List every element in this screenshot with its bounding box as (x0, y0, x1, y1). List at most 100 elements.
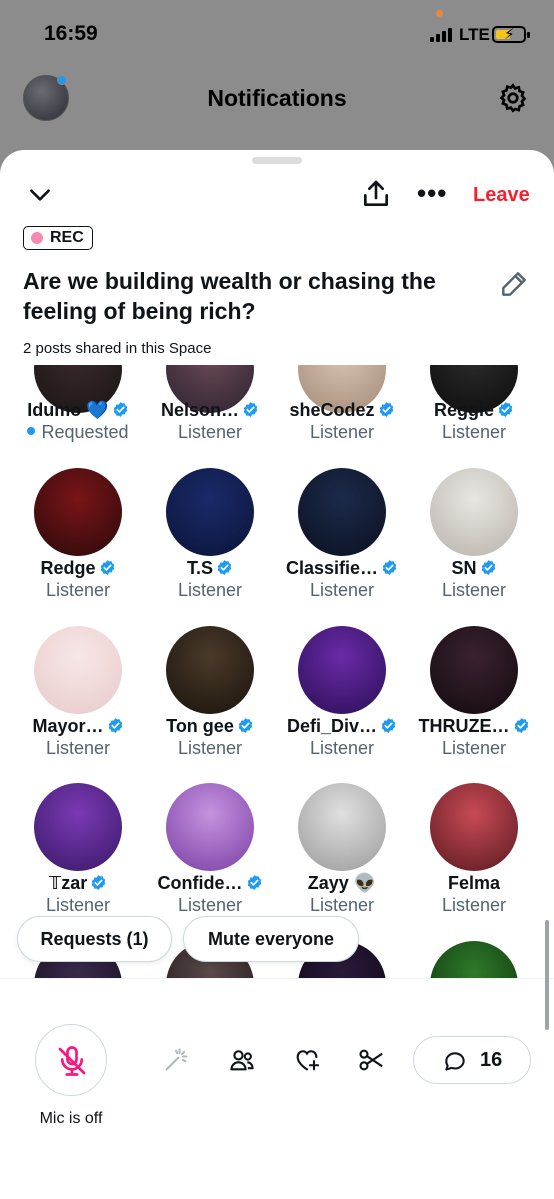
participant-name-text: sheCodez (289, 400, 375, 420)
participant-avatar[interactable] (166, 468, 254, 556)
participant-role: Listener (144, 738, 276, 759)
mic-toggle-button[interactable] (35, 1024, 107, 1096)
scrollbar[interactable] (545, 920, 549, 1030)
verified-badge-icon (113, 402, 127, 417)
participant-name: sheCodez (276, 400, 408, 421)
verified-badge-icon (92, 875, 106, 890)
participant-name-text: THRUZE… (418, 716, 510, 736)
participant-avatar[interactable] (34, 783, 122, 871)
participant-role-text: Listener (309, 895, 375, 915)
participant-avatar[interactable] (34, 468, 122, 556)
participant-name-text: Zayy 👽 (307, 873, 377, 893)
participant-avatar[interactable] (430, 468, 518, 556)
signal-icon (430, 28, 454, 42)
people-icon[interactable] (228, 1046, 256, 1074)
participant-role-text: Listener (309, 580, 375, 600)
participant-role-text: Listener (309, 422, 375, 442)
participant-role-text: Listener (441, 895, 507, 915)
mute-everyone-button[interactable]: Mute everyone (183, 916, 359, 962)
comment-bubble-icon (445, 1052, 465, 1071)
unread-dot (57, 75, 67, 85)
verified-badge-icon (108, 718, 122, 733)
leave-button[interactable]: Leave (473, 184, 530, 207)
participant-name: Mayor… (12, 716, 144, 737)
participant-name-text: 𝕋zar (48, 873, 88, 893)
requested-dot-icon (27, 427, 36, 435)
participant-avatar[interactable] (34, 626, 122, 714)
verified-badge-icon (217, 560, 232, 575)
participant-name-text: Confide… (157, 873, 243, 893)
space-sheet: ••• Leave REC Are we building wealth or … (0, 150, 554, 1199)
participant-avatar[interactable] (430, 941, 518, 978)
participant-name-text: SN (451, 558, 477, 578)
verified-badge-icon (481, 560, 495, 575)
participant-name-text: T.S (186, 558, 213, 578)
clip-scissors-icon[interactable] (357, 1046, 385, 1074)
participant-role: Listener (12, 895, 144, 916)
participant-role-text: Listener (177, 580, 243, 600)
verified-badge-icon (238, 718, 253, 733)
magic-wand-icon[interactable] (162, 1046, 190, 1074)
participant-avatar[interactable] (166, 783, 254, 871)
edit-pencil-icon[interactable] (498, 268, 530, 300)
comments-button[interactable]: 16 (413, 1036, 531, 1084)
participant-role: Listener (276, 422, 408, 443)
participant-role-text: Listener (309, 738, 375, 758)
mic-status-label: Mic is off (39, 1110, 103, 1127)
page-title: Notifications (207, 85, 347, 111)
participant-avatar[interactable] (298, 783, 386, 871)
privacy-indicator (436, 10, 443, 17)
requests-button[interactable]: Requests (1) (17, 916, 172, 962)
participant-name: Felma (408, 873, 540, 894)
share-icon[interactable] (360, 178, 392, 210)
participant-avatar[interactable] (166, 626, 254, 714)
verified-badge-icon (247, 875, 261, 890)
status-time: 16:59 (44, 22, 98, 45)
participant-name-text: Idumo 💙 (27, 400, 109, 420)
participant-name: Defi_Div… (276, 716, 408, 737)
participant-avatar[interactable] (298, 626, 386, 714)
participant-role: Listener (276, 895, 408, 916)
settings-gear-icon[interactable] (497, 82, 529, 114)
participant-name: Confide… (144, 873, 276, 894)
participant-role: Listener (408, 895, 540, 916)
participant-role-text: Listener (177, 422, 243, 442)
verified-badge-icon (514, 718, 528, 733)
status-bar: 16:59 LTE ⚡ (0, 0, 554, 70)
participant-name-text: Reggie (433, 400, 494, 420)
participant-role: Listener (276, 738, 408, 759)
verified-badge-icon (379, 402, 393, 417)
participant-name: Classifie… (276, 558, 408, 579)
space-title: Are we building wealth or chasing the fe… (23, 268, 436, 324)
participant-role-text: Requested (41, 422, 129, 442)
participant-name: T.S (144, 558, 276, 579)
participant-role: Listener (144, 895, 276, 916)
participant-role-text: Listener (441, 738, 507, 758)
participant-avatar[interactable] (430, 626, 518, 714)
participant-name-text: Felma (447, 873, 501, 893)
participant-name-text: Classifie… (285, 558, 379, 578)
participant-role: Listener (144, 580, 276, 601)
more-options-icon[interactable]: ••• (417, 180, 447, 206)
drag-handle[interactable] (252, 157, 302, 164)
participant-name-text: Redge (40, 558, 96, 578)
verified-badge-icon (498, 402, 513, 417)
collapse-chevron-icon[interactable] (27, 182, 53, 208)
participant-role: Listener (408, 580, 540, 601)
participant-grid: Idumo 💙 Requested Nelson… Listener sheCodez L… (0, 365, 554, 978)
participant-role: Listener (12, 738, 144, 759)
participant-name: Idumo 💙 (12, 400, 144, 421)
participant-name-text: Ton gee (166, 716, 234, 736)
participant-avatar[interactable] (298, 468, 386, 556)
participant-role-text: Listener (441, 580, 507, 600)
participant-role-text: Listener (45, 580, 111, 600)
participant-role: Requested (12, 422, 144, 443)
battery-icon: ⚡ (492, 26, 530, 43)
participant-name: Reggie (408, 400, 540, 421)
participant-avatar[interactable] (430, 783, 518, 871)
participant-role-text: Listener (177, 738, 243, 758)
heart-plus-icon[interactable] (293, 1046, 321, 1074)
participant-name-text: Nelson… (160, 400, 239, 420)
participant-role-text: Listener (45, 895, 111, 915)
participant-role-text: Listener (45, 738, 111, 758)
